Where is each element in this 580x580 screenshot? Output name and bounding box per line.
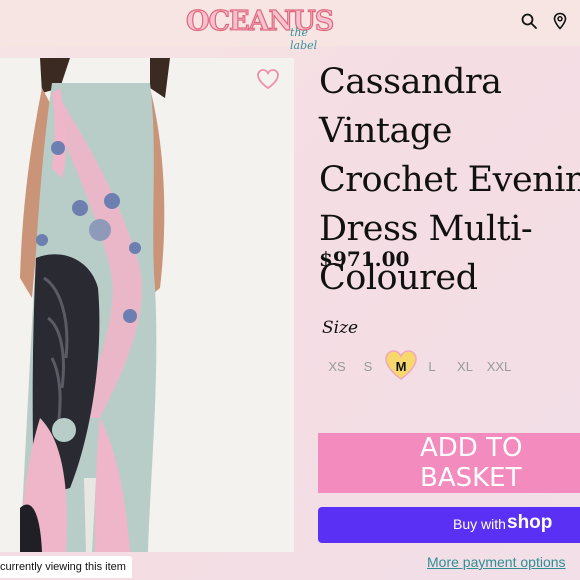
dress-photo-illustration [0,58,294,552]
size-label: Size [322,318,359,338]
wishlist-heart-icon[interactable] [256,68,280,90]
size-option-l[interactable]: L [426,353,438,381]
buy-with-label: Buy with [453,516,506,532]
brand-tagline: the label [290,26,318,52]
size-option-xl[interactable]: XL [455,353,475,381]
brand-logo[interactable]: OCEANUS the label [185,5,336,52]
size-option-xxl[interactable]: XXL [486,353,512,381]
search-icon[interactable] [520,12,538,30]
product-price: $971.00 [319,247,410,271]
buy-with-shop-button[interactable]: Buy with shop [318,507,580,543]
size-option-xs[interactable]: XS [326,353,348,381]
more-payment-options-link[interactable]: More payment options [427,554,566,570]
site-header: OCEANUS the label [0,0,580,52]
viewing-notice: currently viewing this item [0,556,132,578]
product-image[interactable] [0,58,294,552]
size-selector: XS S M L XL XXL [0,353,580,383]
size-option-s[interactable]: S [361,353,375,381]
shop-logo: shop [507,512,553,533]
location-pin-icon[interactable] [551,12,569,30]
size-option-m[interactable]: M [392,353,410,381]
add-to-basket-button[interactable]: ADD TO BASKET [318,433,580,493]
